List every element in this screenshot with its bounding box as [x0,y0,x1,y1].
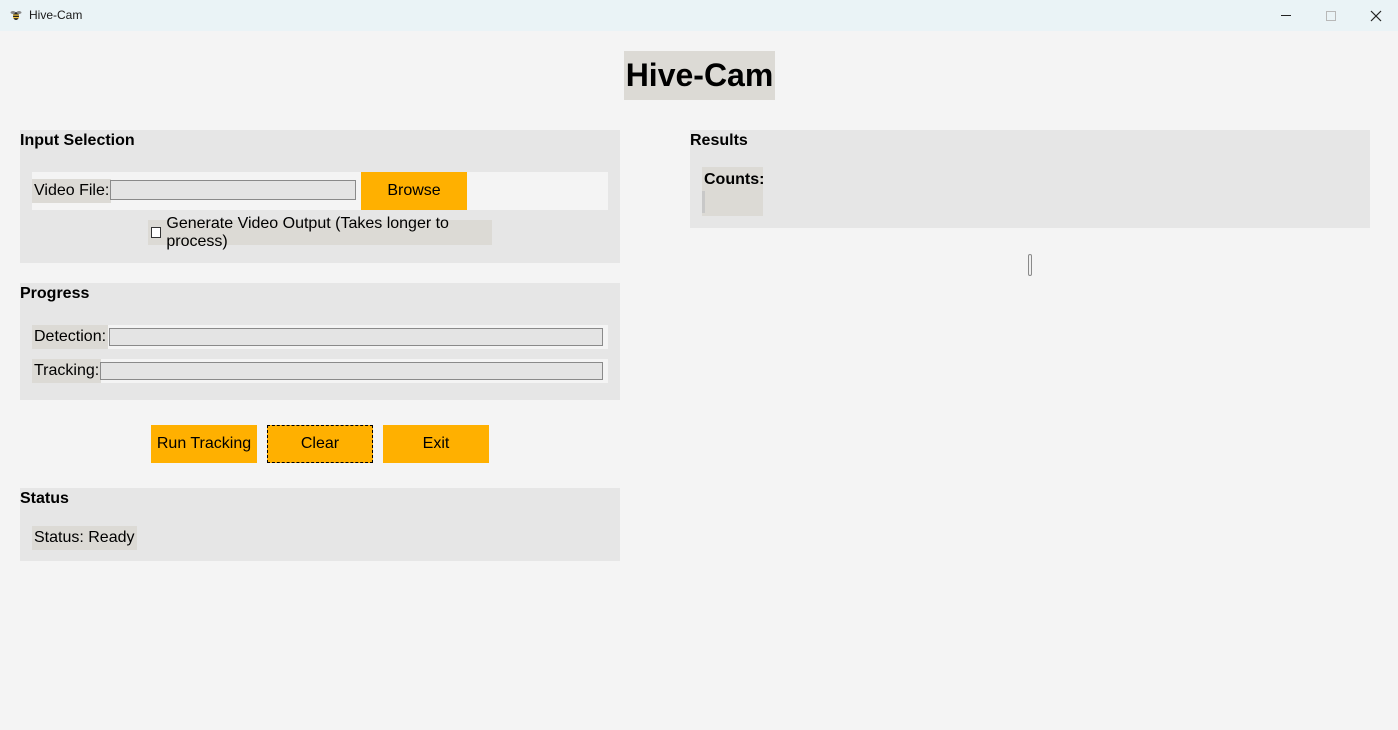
bee-icon [10,11,22,20]
status-group: Status Status: Ready [20,488,620,561]
tracking-progress-bar [100,362,603,380]
input-selection-title: Input Selection [20,132,135,149]
status-text: Status: Ready [32,526,137,550]
tracking-row: Tracking: [32,359,608,383]
detection-label: Detection: [32,325,109,349]
video-file-label: Video File: [32,179,112,203]
progress-title: Progress [20,285,90,302]
counts-panel: Counts: [702,167,765,216]
title-bar: Hive-Cam [0,0,1398,31]
generate-output-option[interactable]: Generate Video Output (Takes longer to p… [148,215,492,250]
generate-output-checkbox[interactable] [151,227,162,238]
close-button[interactable] [1353,0,1398,31]
run-tracking-button[interactable]: Run Tracking [151,425,257,463]
exit-button[interactable]: Exit [383,425,489,463]
counts-label: Counts: [704,171,765,188]
window-title: Hive-Cam [29,8,83,22]
results-group: Results Counts: [690,130,1370,228]
maximize-button[interactable] [1308,0,1354,31]
browse-button[interactable]: Browse [361,172,467,210]
input-selection-group: Input Selection Video File: Browse Gener… [20,130,620,263]
app-heading: Hive-Cam [624,51,775,100]
video-file-input[interactable] [110,180,356,200]
tracking-label: Tracking: [32,359,102,383]
status-title: Status [20,490,69,507]
results-title: Results [690,132,748,149]
counts-divider [702,191,705,213]
maximize-icon [1326,10,1336,21]
detection-progress-bar [109,328,603,346]
minimize-icon [1281,15,1291,16]
clear-button[interactable]: Clear [267,425,373,463]
close-icon [1370,10,1382,21]
detection-row: Detection: [32,325,608,349]
minimize-button[interactable] [1263,0,1309,31]
video-file-row: Video File: Browse [32,172,608,210]
progress-group: Progress Detection: Tracking: [20,283,620,400]
results-resize-handle[interactable] [1028,254,1032,276]
generate-output-label: Generate Video Output (Takes longer to p… [166,214,449,250]
